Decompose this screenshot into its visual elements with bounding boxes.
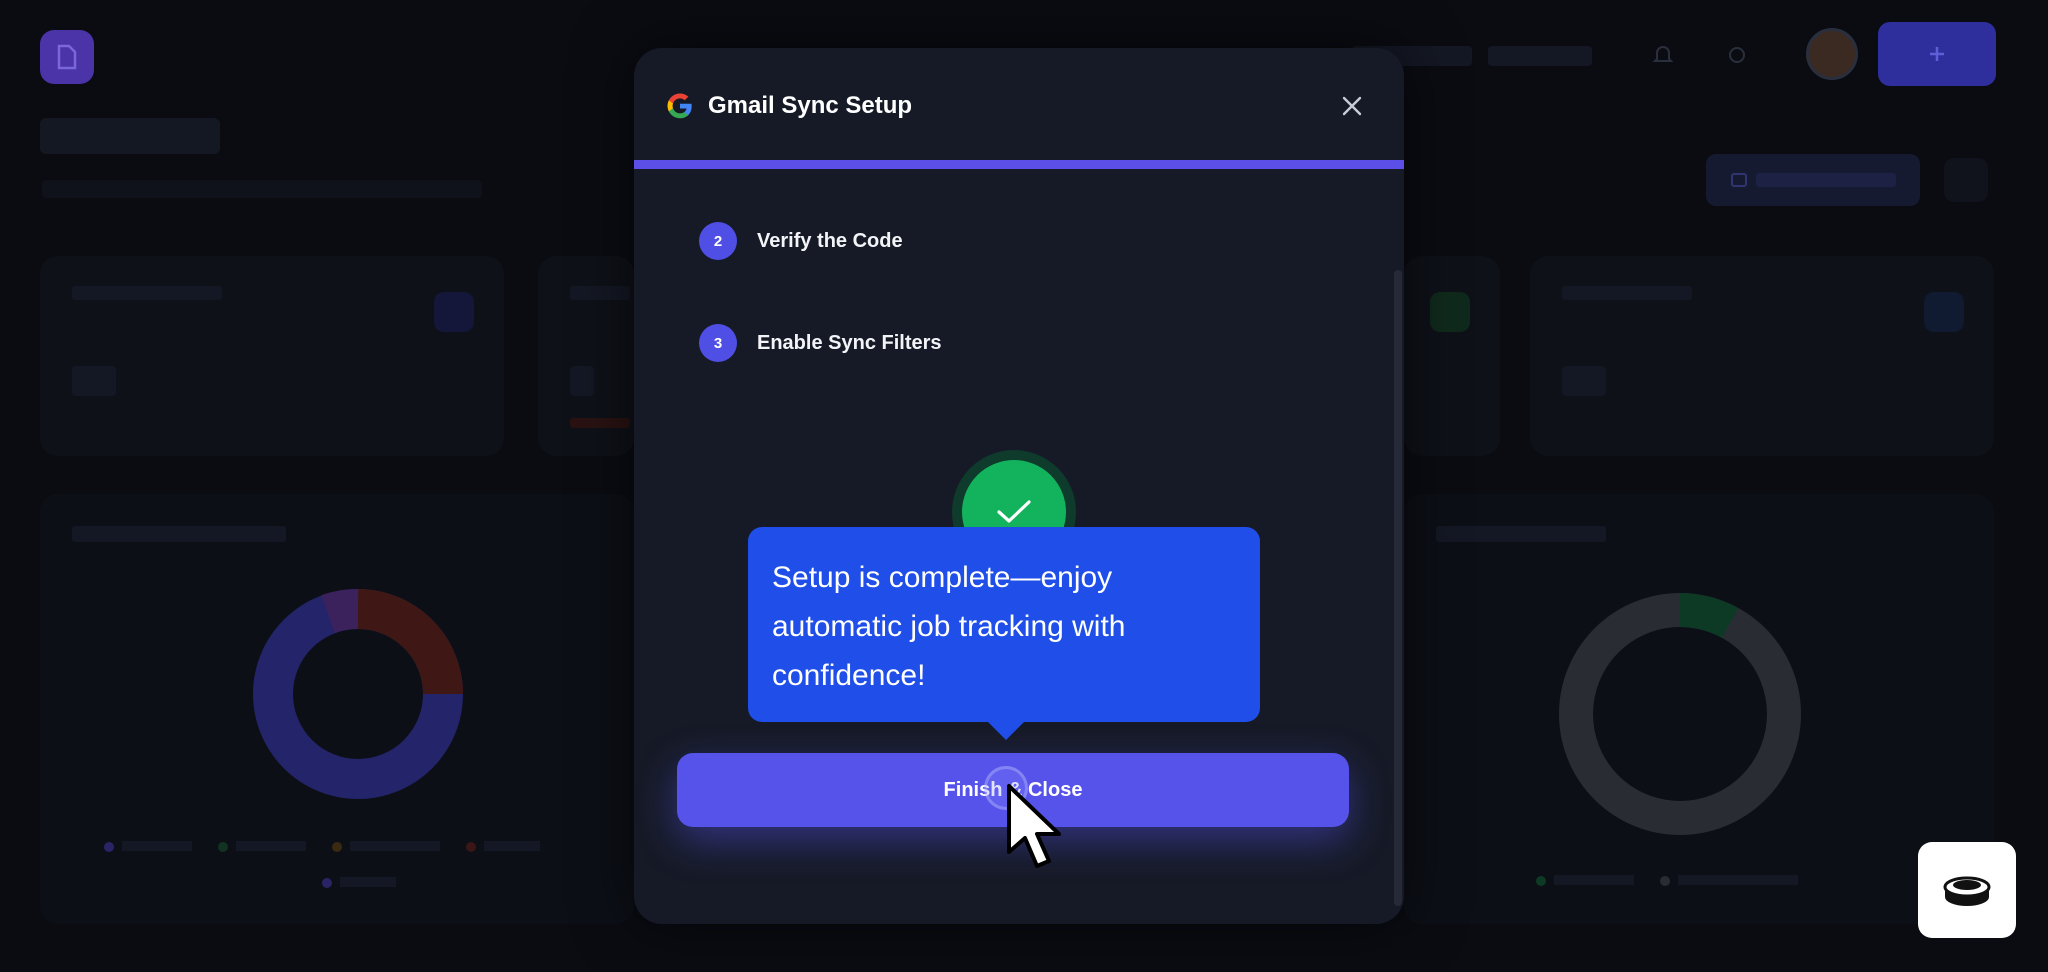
- stat-value: [72, 366, 116, 396]
- tooltip-text: Setup is complete—enjoy automatic job tr…: [772, 561, 1126, 692]
- modal-header: Gmail Sync Setup: [634, 48, 1404, 160]
- notification-bell-icon[interactable]: [1650, 42, 1676, 68]
- step-label: Verify the Code: [757, 229, 903, 252]
- stat-icon: [1924, 292, 1964, 332]
- app-logo-icon: [40, 30, 94, 84]
- panel-interview-progress: [1404, 494, 1994, 924]
- close-icon: [1342, 96, 1362, 116]
- setup-progress-fill: [634, 160, 1404, 169]
- setup-progress-bar: [634, 160, 1404, 169]
- stat-value: [1562, 366, 1606, 396]
- step-verify-code: 2 Verify the Code: [699, 222, 903, 260]
- stat-icon: [434, 292, 474, 332]
- mouse-pointer-icon: [1007, 784, 1061, 868]
- step-label: Enable Sync Filters: [757, 331, 942, 354]
- chart-legend: [1536, 872, 1798, 888]
- panel-applications-by-status: [40, 494, 634, 924]
- stat-label: [570, 286, 630, 300]
- tooltip-arrow: [988, 722, 1024, 740]
- check-icon: [997, 500, 1031, 523]
- status-donut-chart: [253, 589, 463, 799]
- panel-title: [72, 526, 286, 542]
- button-stack-icon: [1943, 876, 1991, 906]
- close-button[interactable]: [1332, 86, 1372, 126]
- chart-legend: [104, 838, 540, 854]
- stat-label: [72, 286, 222, 300]
- stat-card-total: [40, 256, 504, 456]
- panel-title: [1436, 526, 1606, 542]
- export-icon: [1731, 173, 1747, 187]
- export-dashboard-button[interactable]: [1706, 154, 1920, 206]
- modal-title: Gmail Sync Setup: [708, 92, 913, 119]
- nav-link-applications[interactable]: [1488, 46, 1592, 66]
- add-application-button[interactable]: [1878, 22, 1996, 86]
- stat-value: [570, 366, 594, 396]
- stat-label: [1562, 286, 1692, 300]
- settings-gear-icon[interactable]: [1724, 42, 1750, 68]
- step-enable-sync-filters: 3 Enable Sync Filters: [699, 324, 942, 362]
- step-number-badge: 2: [699, 222, 737, 260]
- stat-card-offers: [1404, 256, 1500, 456]
- chart-legend-row-2: [322, 874, 396, 890]
- stat-icon: [1430, 292, 1470, 332]
- onboarding-tooltip: Setup is complete—enjoy automatic job tr…: [748, 527, 1260, 740]
- page-subtitle: [42, 180, 482, 198]
- screen: Gmail Sync Setup 2 Verify the Code 3 Ena…: [0, 0, 2048, 972]
- page-title: [40, 118, 220, 154]
- stat-card-active: [1530, 256, 1994, 456]
- more-options-button[interactable]: [1944, 158, 1988, 202]
- modal-scrollbar[interactable]: [1394, 270, 1402, 906]
- floating-recorder-widget[interactable]: [1918, 842, 2016, 938]
- stat-card-interviews: [538, 256, 634, 456]
- interview-donut-chart: [1559, 593, 1801, 835]
- stat-delta: [570, 418, 630, 428]
- user-avatar[interactable]: [1806, 28, 1858, 80]
- google-g-icon: [667, 93, 692, 119]
- step-number-badge: 3: [699, 324, 737, 362]
- plus-icon: [1930, 47, 1944, 61]
